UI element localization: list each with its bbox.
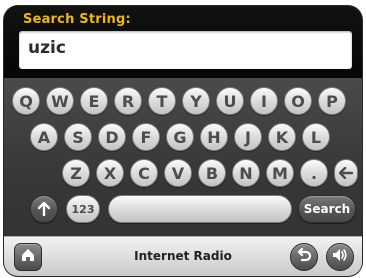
key-g[interactable]: G bbox=[166, 123, 194, 151]
space-key[interactable] bbox=[108, 195, 292, 223]
key-t[interactable]: T bbox=[148, 87, 176, 115]
key-l[interactable]: L bbox=[302, 123, 330, 151]
key-a[interactable]: A bbox=[30, 123, 58, 151]
key-d[interactable]: D bbox=[98, 123, 126, 151]
search-panel: Search String: uzic bbox=[4, 6, 362, 78]
key-p[interactable]: P bbox=[318, 87, 346, 115]
key-e[interactable]: E bbox=[80, 87, 108, 115]
shift-key[interactable] bbox=[30, 195, 58, 223]
backspace-key[interactable] bbox=[334, 159, 358, 187]
back-button[interactable] bbox=[290, 243, 318, 271]
key-s[interactable]: S bbox=[64, 123, 92, 151]
key-z[interactable]: Z bbox=[62, 159, 90, 187]
volume-icon bbox=[331, 247, 349, 267]
search-label: Search String: bbox=[23, 12, 131, 27]
key-i[interactable]: I bbox=[250, 87, 278, 115]
on-screen-keyboard: Q W E R T Y U I O P A S D F G H J K L Z … bbox=[4, 78, 362, 236]
key-r[interactable]: R bbox=[114, 87, 142, 115]
search-input[interactable]: uzic bbox=[19, 31, 352, 69]
key-c[interactable]: C bbox=[130, 159, 158, 187]
key-period[interactable]: . bbox=[300, 159, 328, 187]
up-arrow-icon bbox=[38, 202, 50, 216]
key-y[interactable]: Y bbox=[182, 87, 210, 115]
key-f[interactable]: F bbox=[132, 123, 160, 151]
key-n[interactable]: N bbox=[232, 159, 260, 187]
key-j[interactable]: J bbox=[234, 123, 262, 151]
back-icon bbox=[296, 247, 312, 267]
key-v[interactable]: V bbox=[164, 159, 192, 187]
numbers-key[interactable]: 123 bbox=[66, 195, 100, 223]
device-screen: Search String: uzic Q W E R T Y U I O P … bbox=[4, 6, 362, 276]
key-u[interactable]: U bbox=[216, 87, 244, 115]
key-w[interactable]: W bbox=[46, 87, 74, 115]
search-button[interactable]: Search bbox=[298, 195, 356, 223]
key-b[interactable]: B bbox=[198, 159, 226, 187]
key-x[interactable]: X bbox=[96, 159, 124, 187]
left-arrow-icon bbox=[339, 167, 353, 179]
volume-button[interactable] bbox=[326, 243, 354, 271]
key-m[interactable]: M bbox=[266, 159, 294, 187]
bottom-bar: Internet Radio bbox=[4, 236, 362, 276]
key-h[interactable]: H bbox=[200, 123, 228, 151]
key-k[interactable]: K bbox=[268, 123, 296, 151]
key-o[interactable]: O bbox=[284, 87, 312, 115]
key-q[interactable]: Q bbox=[12, 87, 40, 115]
search-input-value: uzic bbox=[28, 38, 66, 58]
